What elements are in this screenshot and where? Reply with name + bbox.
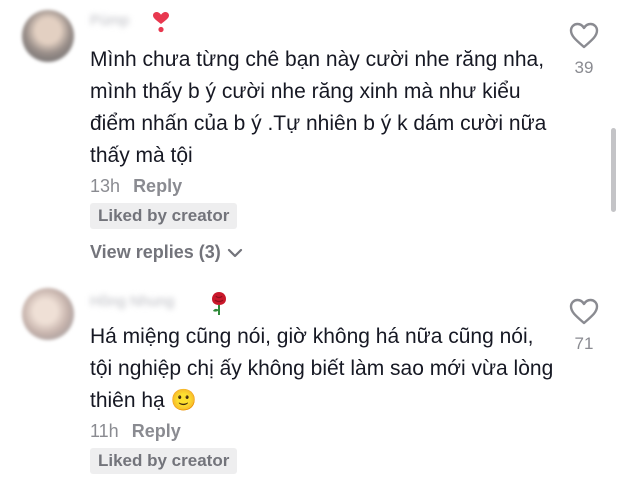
comment-text: Mình chưa từng chê bạn này cười nhe răng… [90, 48, 547, 167]
username[interactable]: Hồng Nhung [90, 293, 174, 313]
comment-divider [0, 280, 620, 281]
liked-by-creator-badge: Liked by creator [90, 448, 238, 474]
heart-exclamation-emoji [153, 12, 169, 33]
rose-emoji [212, 292, 226, 315]
liked-by-creator-badge: Liked by creator [90, 203, 238, 229]
heart-outline-icon[interactable] [569, 298, 599, 325]
like-button[interactable]: 71 [564, 298, 604, 354]
heart-outline-icon[interactable] [569, 22, 599, 49]
like-button[interactable]: 39 [564, 22, 604, 78]
scrollbar[interactable] [611, 128, 616, 212]
view-replies-button[interactable]: View replies (3) [90, 242, 243, 263]
reply-button[interactable]: Reply [132, 421, 181, 441]
avatar[interactable] [22, 10, 74, 62]
comment-text: Há miệng cũng nói, giờ không há nữa cũng… [90, 325, 554, 412]
comment-meta: 13h Reply [90, 176, 182, 197]
comment-meta: 11h Reply [90, 421, 181, 442]
avatar[interactable] [22, 288, 74, 340]
chevron-down-icon [227, 248, 242, 257]
comment-time: 11h [90, 421, 119, 441]
reply-button[interactable]: Reply [133, 176, 182, 196]
like-count: 71 [574, 334, 594, 353]
like-count: 39 [574, 58, 594, 77]
comment-time: 13h [90, 176, 121, 196]
view-replies-label: View replies (3) [90, 242, 221, 262]
username[interactable]: Pùmp [90, 12, 129, 32]
